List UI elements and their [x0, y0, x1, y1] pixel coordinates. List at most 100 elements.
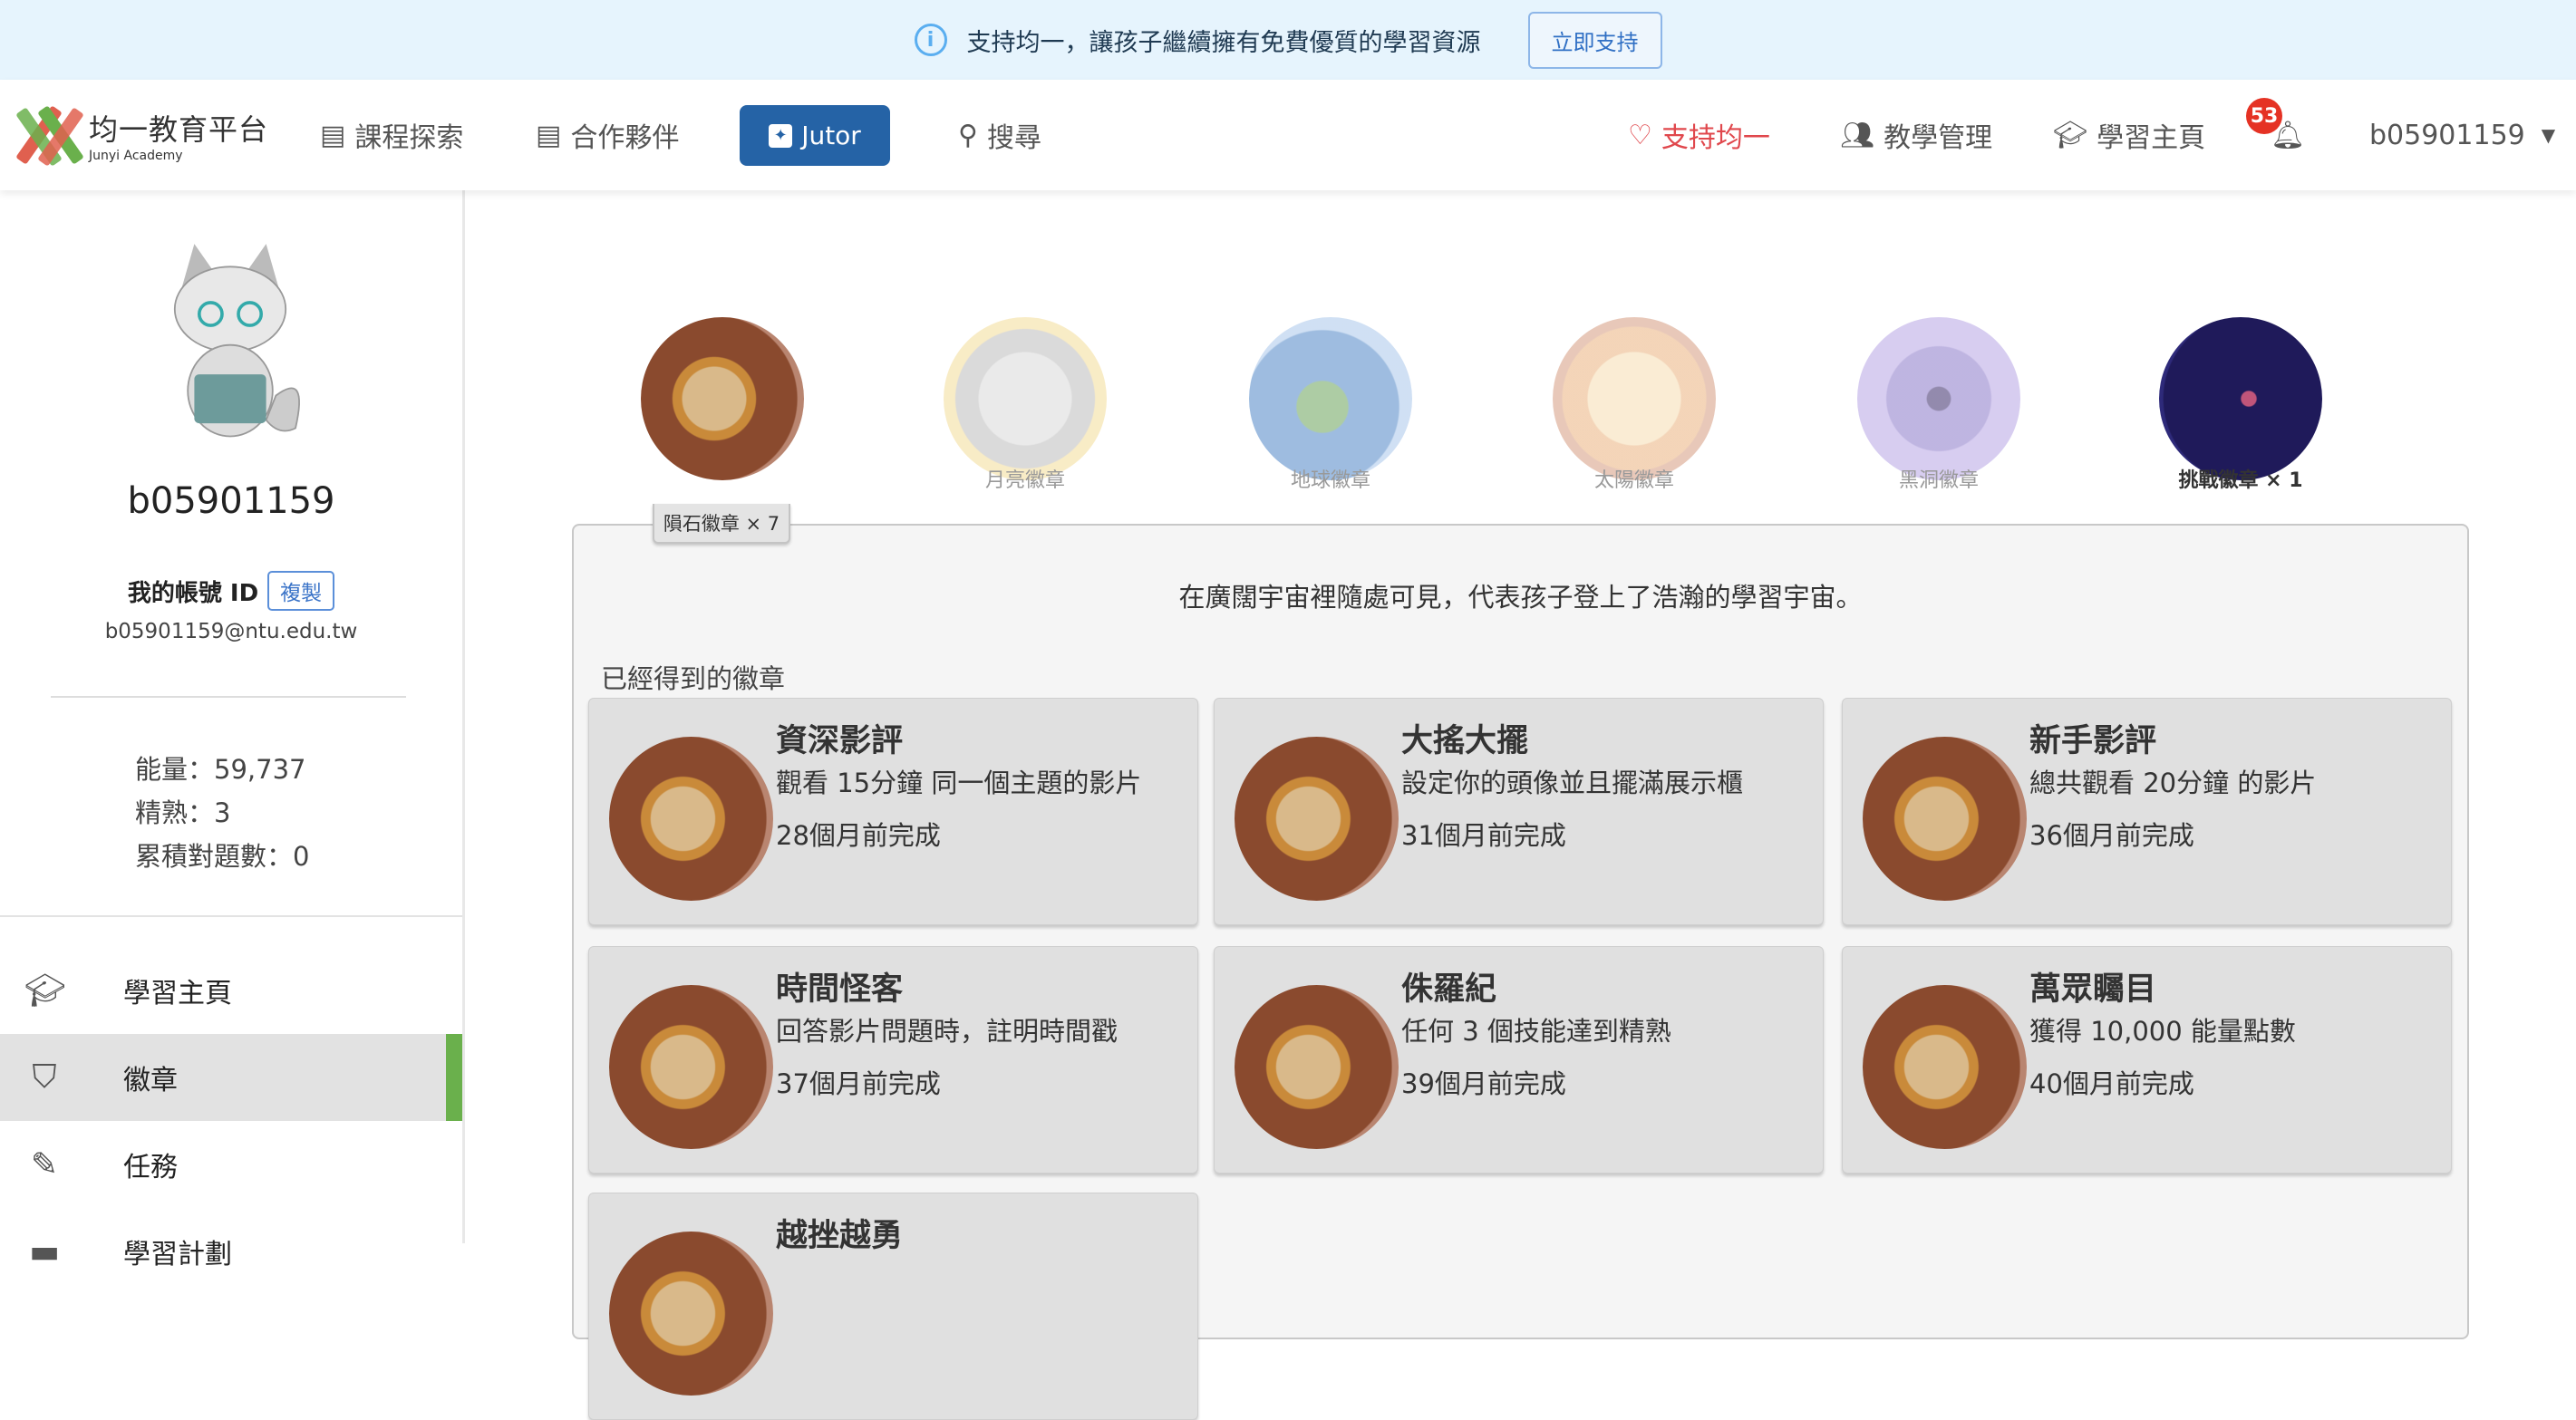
- badge-title: 資深影評: [776, 723, 904, 759]
- moon-badge-icon[interactable]: [944, 317, 1107, 480]
- badge-type-label[interactable]: 太陽徽章: [1498, 464, 1770, 493]
- sidebar-item-tasks[interactable]: ✎ 任務: [0, 1121, 462, 1208]
- badge-type-label[interactable]: 黑洞徽章: [1803, 464, 2075, 493]
- badge-type-label[interactable]: 地球徽章: [1195, 464, 1467, 493]
- nav-course-explore[interactable]: ▤ 課程探索: [320, 80, 463, 190]
- nav-search[interactable]: ⚲ 搜尋: [958, 80, 1041, 190]
- logo-icon: [15, 105, 84, 167]
- pencil-icon: ✎: [30, 1145, 59, 1183]
- badge-card[interactable]: 萬眾矚目 獲得 10,000 能量點數 40個月前完成: [1842, 946, 2452, 1174]
- caret-down-icon: ▼: [2541, 124, 2556, 146]
- copy-button[interactable]: 複製: [267, 571, 335, 611]
- search-icon: ⚲: [958, 119, 978, 151]
- badge-card[interactable]: 越挫越勇: [588, 1193, 1198, 1420]
- energy-stat: 能量：59,737: [135, 754, 306, 785]
- sidebar-item-label: 學習主頁: [123, 978, 232, 1009]
- divider: [51, 696, 406, 698]
- info-icon: i: [914, 24, 947, 56]
- logo-subtext: Junyi Academy: [89, 149, 183, 163]
- sidebar-item-learning-home[interactable]: 🎓︎ 學習主頁: [0, 947, 462, 1034]
- logo-text: 均一教育平台: [89, 112, 269, 147]
- badge-title: 侏羅紀: [1401, 971, 1497, 1008]
- sidebar: b05901159 我的帳號 ID 複製 b05901159@ntu.edu.tw…: [0, 190, 465, 1270]
- badge-card[interactable]: 大搖大擺 設定你的頭像並且擺滿展示櫃 31個月前完成: [1214, 698, 1824, 925]
- badge-completed-time: 40個月前完成: [2029, 1068, 2194, 1099]
- sidebar-item-learning-plan[interactable]: ▬ 學習計劃: [0, 1208, 462, 1295]
- nav-label: 合作夥伴: [570, 122, 680, 154]
- shield-star-icon: ⛉: [32, 1058, 57, 1096]
- correct-count-stat: 累積對題數：0: [135, 841, 310, 872]
- account-id-label: 我的帳號 ID: [127, 579, 259, 607]
- sidebar-item-label: 學習計劃: [123, 1239, 232, 1270]
- badge-description: 回答影片問題時，註明時間戳: [776, 1016, 1119, 1047]
- badge-type-label[interactable]: 月亮徽章: [889, 464, 1161, 493]
- meteor-badge-icon: [1863, 985, 2027, 1149]
- meteor-badge-icon: [1235, 737, 1399, 901]
- heart-icon: ♡: [1628, 119, 1652, 151]
- sidebar-item-badges[interactable]: ⛉ 徽章: [0, 1034, 462, 1121]
- notifications-button[interactable]: 🔔︎: [2271, 80, 2305, 190]
- badge-description: 獲得 10,000 能量點數: [2029, 1016, 2296, 1047]
- badge-type-tab[interactable]: 隕石徽章 × 7: [653, 504, 790, 544]
- sparkle-chat-icon: ✦: [769, 123, 793, 148]
- notification-count: 53: [2246, 98, 2282, 134]
- book-icon: ▤: [320, 119, 346, 151]
- badge-description: 任何 3 個技能達到精熟: [1401, 1016, 1671, 1047]
- nav-learning-home[interactable]: 🎓︎ 學習主頁: [2053, 80, 2205, 190]
- badge-card[interactable]: 資深影評 觀看 15分鐘 同一個主題的影片 28個月前完成: [588, 698, 1198, 925]
- book-icon: ▤: [536, 119, 562, 151]
- people-icon: 👥︎: [1840, 119, 1875, 151]
- badge-description: 設定你的頭像並且擺滿展示櫃: [1401, 768, 1744, 798]
- nav-label: 支持均一: [1661, 122, 1770, 154]
- badge-completed-time: 28個月前完成: [776, 820, 941, 851]
- badge-title: 時間怪客: [776, 971, 904, 1008]
- blackhole-badge-icon[interactable]: [1857, 317, 2020, 480]
- sun-badge-icon[interactable]: [1553, 317, 1716, 480]
- meteor-badge-icon: [609, 1232, 773, 1396]
- badge-type-label[interactable]: 挑戰徽章 × 1: [2105, 464, 2377, 493]
- badge-title: 越挫越勇: [776, 1218, 904, 1254]
- sidebar-item-label: 任務: [123, 1152, 178, 1183]
- nav-label: 教學管理: [1884, 122, 1993, 154]
- meteor-badge-icon[interactable]: [641, 317, 804, 480]
- nav-label: Jutor: [801, 121, 861, 150]
- meteor-badge-icon: [1235, 985, 1399, 1149]
- divider: [0, 915, 462, 917]
- badge-completed-time: 37個月前完成: [776, 1068, 941, 1099]
- logo[interactable]: 均一教育平台 Junyi Academy: [15, 105, 269, 167]
- graduation-cap-icon: 🎓︎: [24, 972, 66, 1009]
- badge-type-description: 在廣闊宇宙裡隨處可見，代表孩子登上了浩瀚的學習宇宙。: [1178, 582, 1863, 613]
- user-menu[interactable]: b05901159 ▼: [2369, 80, 2555, 190]
- nav-label: 課程探索: [354, 122, 464, 154]
- badge-title: 萬眾矚目: [2029, 971, 2157, 1008]
- badge-card[interactable]: 侏羅紀 任何 3 個技能達到精熟 39個月前完成: [1214, 946, 1824, 1174]
- meteor-badge-icon: [609, 737, 773, 901]
- banner-text: 支持均一，讓孩子繼續擁有免費優質的學習資源: [966, 28, 1481, 57]
- support-now-button[interactable]: 立即支持: [1527, 11, 1662, 69]
- badge-completed-time: 36個月前完成: [2029, 820, 2194, 851]
- challenge-badge-icon[interactable]: [2159, 317, 2322, 480]
- account-id-row: 我的帳號 ID 複製: [0, 571, 462, 611]
- earth-badge-icon[interactable]: [1249, 317, 1412, 480]
- folder-icon: ▬: [28, 1232, 60, 1270]
- nav-partners[interactable]: ▤ 合作夥伴: [536, 80, 679, 190]
- support-banner: i 支持均一，讓孩子繼續擁有免費優質的學習資源 立即支持: [0, 0, 2576, 80]
- badge-card[interactable]: 時間怪客 回答影片問題時，註明時間戳 37個月前完成: [588, 946, 1198, 1174]
- sidebar-item-label: 徽章: [123, 1065, 178, 1096]
- jutor-button[interactable]: ✦ Jutor: [740, 105, 890, 166]
- badge-card[interactable]: 新手影評 總共觀看 20分鐘 的影片 36個月前完成: [1842, 698, 2452, 925]
- earned-badges-heading: 已經得到的徽章: [601, 663, 786, 694]
- nav-support[interactable]: ♡ 支持均一: [1628, 80, 1770, 190]
- meteor-badge-icon: [1863, 737, 2027, 901]
- badge-title: 大搖大擺: [1401, 723, 1529, 759]
- username: b05901159: [127, 480, 335, 522]
- mastery-stat: 精熟：3: [135, 797, 231, 828]
- badge-title: 新手影評: [2029, 723, 2157, 759]
- fox-avatar: [173, 244, 301, 438]
- nav-teaching-management[interactable]: 👥︎ 教學管理: [1840, 80, 1992, 190]
- top-nav: 均一教育平台 Junyi Academy ▤ 課程探索 ▤ 合作夥伴 ✦ Jutor ⚲…: [0, 80, 2576, 190]
- email: b05901159@ntu.edu.tw: [104, 620, 358, 643]
- badge-completed-time: 31個月前完成: [1401, 820, 1566, 851]
- badge-completed-time: 39個月前完成: [1401, 1068, 1566, 1099]
- user-name: b05901159: [2369, 119, 2525, 151]
